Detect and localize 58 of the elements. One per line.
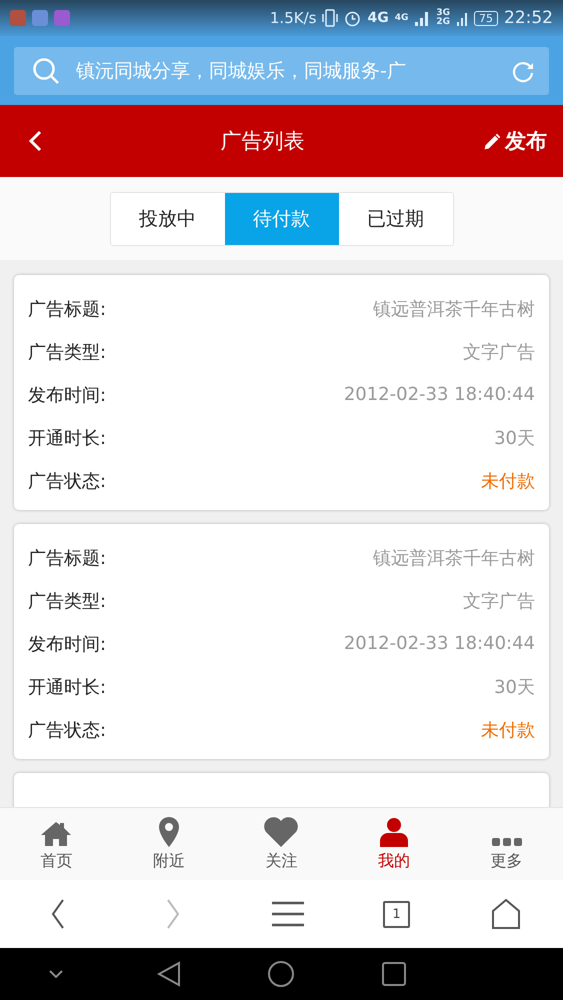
field-value: 镇远普洱茶千年古树 xyxy=(373,546,535,570)
app-notification-icon xyxy=(54,10,70,26)
nav-tab[interactable]: 我的 xyxy=(338,808,450,880)
recent-apps-icon[interactable] xyxy=(382,962,406,986)
field-label: 发布时间: xyxy=(28,632,106,656)
alarm-icon xyxy=(344,10,362,26)
tabs-button[interactable]: 1 xyxy=(383,900,410,928)
back-icon[interactable] xyxy=(156,961,181,987)
field-label: 开通时长: xyxy=(28,676,106,698)
pencil-icon xyxy=(483,131,503,151)
filter-tab[interactable]: 已过期 xyxy=(338,192,452,244)
chevron-down-icon[interactable] xyxy=(49,970,64,978)
network-type: 4G xyxy=(367,10,389,26)
signal-icon xyxy=(414,10,430,26)
field-value: 文字广告 xyxy=(463,590,535,612)
network-type: 4G xyxy=(394,14,408,22)
field-value: 2012-02-33 18:40:44 xyxy=(344,384,535,405)
location-pin-icon xyxy=(158,817,179,847)
network-speed: 1.5K/s xyxy=(270,9,316,27)
page-title: 广告列表 xyxy=(220,128,306,155)
home-icon[interactable] xyxy=(268,961,294,987)
more-icon xyxy=(492,837,522,847)
app-notification-icon xyxy=(32,10,48,26)
field-value: 2012-02-33 18:40:44 xyxy=(344,633,535,654)
clock-time: 22:52 xyxy=(504,8,553,28)
filter-tab[interactable]: 投放中 xyxy=(110,192,224,244)
field-value: 30天 xyxy=(494,426,535,450)
page-title: 镇沅同城分享，同城娱乐，同城服务-广 xyxy=(76,58,407,84)
field-label: 广告标题: xyxy=(28,546,106,570)
field-label: 发布时间: xyxy=(28,384,106,406)
field-label: 广告状态: xyxy=(28,470,106,492)
field-label: 广告状态: xyxy=(28,718,106,742)
menu-icon xyxy=(272,901,304,927)
field-label: 广告标题: xyxy=(28,298,106,320)
home-icon xyxy=(40,821,72,847)
field-value: 镇远普洱茶千年古树 xyxy=(373,298,535,320)
nav-tab[interactable]: 关注 xyxy=(225,808,338,880)
field-value: 文字广告 xyxy=(463,340,535,364)
heart-icon xyxy=(263,817,300,847)
search-icon xyxy=(32,56,60,84)
user-icon xyxy=(380,817,408,847)
vibrate-icon xyxy=(322,9,338,27)
status-value: 未付款 xyxy=(481,718,535,742)
app-notification-icon xyxy=(10,10,26,26)
battery-icon: 75 xyxy=(474,10,498,26)
publish-button[interactable]: 发布 xyxy=(483,127,547,155)
signal-icon xyxy=(456,10,468,26)
status-value: 未付款 xyxy=(481,470,535,492)
field-label: 开通时长: xyxy=(28,426,106,450)
field-label: 广告类型: xyxy=(28,340,106,364)
nav-tab[interactable]: 更多 xyxy=(450,808,563,880)
nav-tab[interactable]: 首页 xyxy=(0,808,113,880)
network-type: 3G xyxy=(436,9,450,18)
network-type: 2G xyxy=(436,18,450,27)
home-icon xyxy=(492,899,520,929)
nav-tab[interactable]: 附近 xyxy=(112,808,226,880)
field-label: 广告类型: xyxy=(28,590,106,612)
field-value: 30天 xyxy=(494,676,535,698)
